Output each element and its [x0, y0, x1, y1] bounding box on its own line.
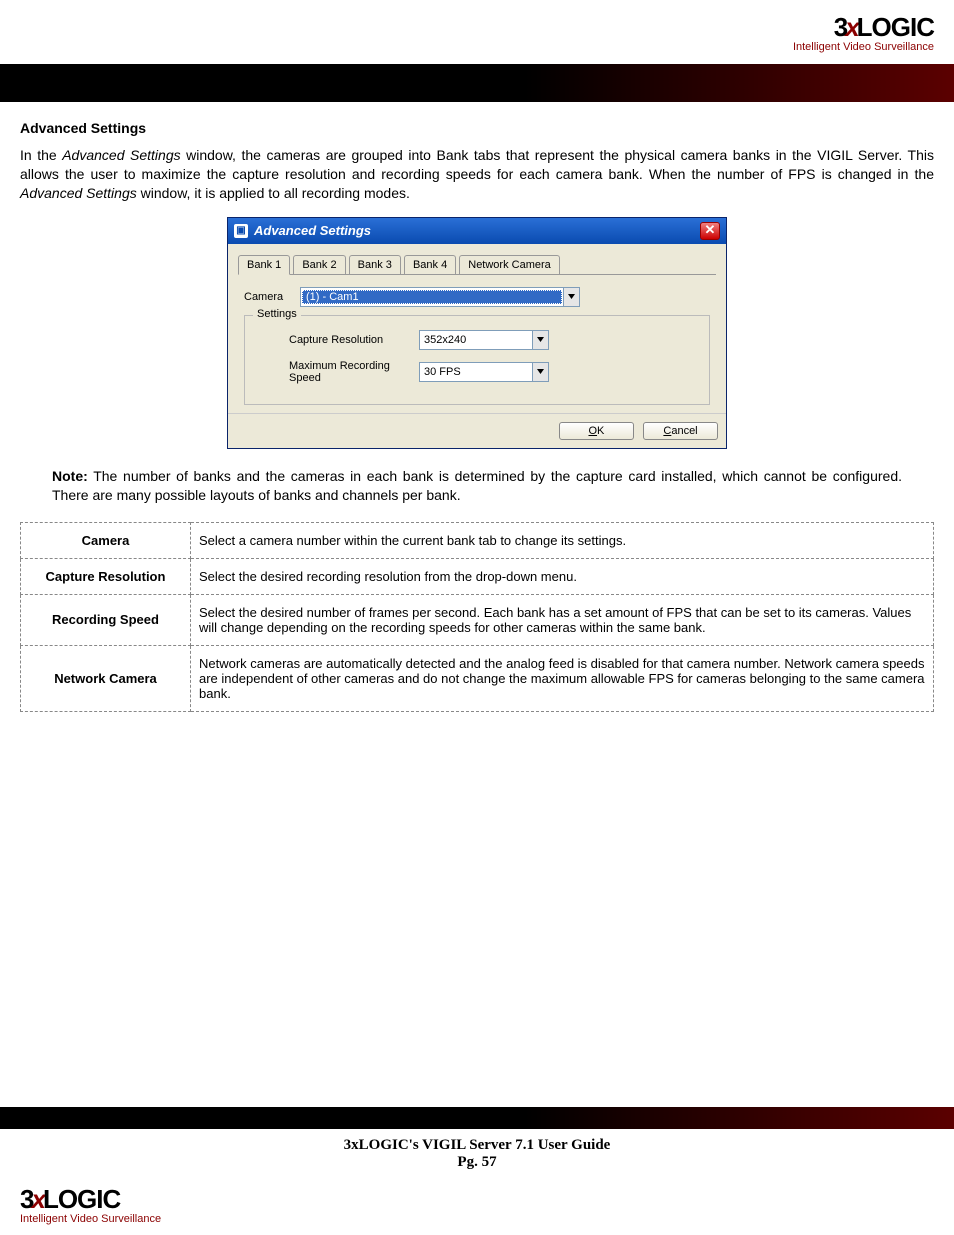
recording-speed-value: 30 FPS — [420, 366, 532, 378]
table-row: Camera Select a camera number within the… — [21, 522, 934, 558]
cancel-button[interactable]: Cancel — [643, 422, 718, 440]
top-logo: 3xLOGIC Intelligent Video Surveillance — [793, 12, 934, 53]
settings-fieldset: Settings Capture Resolution 352x240 Maxi… — [244, 315, 710, 405]
def-desc: Select the desired recording resolution … — [191, 558, 934, 594]
tab-bank-3[interactable]: Bank 3 — [349, 255, 401, 274]
intro-text-1: In the — [20, 147, 62, 163]
dropdown-arrow-icon — [563, 288, 579, 306]
dialog-close-button[interactable]: ✕ — [700, 222, 720, 240]
camera-value: (1) - Cam1 — [302, 290, 562, 304]
logo-suffix: LOGIC — [857, 12, 934, 42]
dropdown-arrow-icon — [532, 363, 548, 381]
footer-text: 3xLOGIC's VIGIL Server 7.1 User Guide Pg… — [0, 1137, 954, 1171]
def-term: Camera — [21, 522, 191, 558]
logo-tagline: Intelligent Video Surveillance — [20, 1213, 161, 1225]
intro-italic-2: Advanced Settings — [20, 185, 137, 201]
intro-italic-1: Advanced Settings — [62, 147, 180, 163]
capture-resolution-dropdown[interactable]: 352x240 — [419, 330, 549, 350]
tab-bank-2[interactable]: Bank 2 — [293, 255, 345, 274]
footer-page: Pg. 57 — [0, 1154, 954, 1171]
note-block: Note: The number of banks and the camera… — [52, 467, 902, 506]
tab-bank-1[interactable]: Bank 1 — [238, 255, 290, 275]
def-desc: Select the desired number of frames per … — [191, 594, 934, 645]
ok-button[interactable]: OK — [559, 422, 634, 440]
capture-resolution-value: 352x240 — [420, 334, 532, 346]
def-desc: Select a camera number within the curren… — [191, 522, 934, 558]
capture-resolution-label: Capture Resolution — [259, 334, 419, 346]
footer-band — [0, 1107, 954, 1129]
dropdown-arrow-icon — [532, 331, 548, 349]
camera-label: Camera — [244, 291, 300, 303]
note-label: Note: — [52, 468, 88, 484]
table-row: Capture Resolution Select the desired re… — [21, 558, 934, 594]
fieldset-legend: Settings — [253, 308, 301, 320]
definitions-table: Camera Select a camera number within the… — [20, 522, 934, 712]
dialog-titlebar: ▣ Advanced Settings ✕ — [228, 218, 726, 244]
section-title: Advanced Settings — [20, 120, 934, 136]
camera-dropdown[interactable]: (1) - Cam1 — [300, 287, 580, 307]
logo-tagline: Intelligent Video Surveillance — [793, 41, 934, 53]
def-term: Capture Resolution — [21, 558, 191, 594]
dialog-app-icon: ▣ — [234, 224, 248, 238]
recording-speed-label: Maximum Recording Speed — [259, 360, 419, 384]
bottom-logo: 3xLOGIC Intelligent Video Surveillance — [20, 1184, 161, 1225]
dialog-tab-row: Bank 1 Bank 2 Bank 3 Bank 4 Network Came… — [238, 254, 716, 275]
header-band — [0, 64, 954, 102]
tab-bank-4[interactable]: Bank 4 — [404, 255, 456, 274]
dialog-button-row: OK Cancel — [228, 413, 726, 448]
logo-suffix: LOGIC — [43, 1184, 120, 1214]
intro-paragraph: In the Advanced Settings window, the cam… — [20, 146, 934, 203]
advanced-settings-dialog: ▣ Advanced Settings ✕ Bank 1 Bank 2 Bank… — [227, 217, 727, 449]
table-row: Recording Speed Select the desired numbe… — [21, 594, 934, 645]
note-text: The number of banks and the cameras in e… — [52, 468, 902, 504]
main-content: Advanced Settings In the Advanced Settin… — [20, 120, 934, 712]
recording-speed-dropdown[interactable]: 30 FPS — [419, 362, 549, 382]
footer-guide: 3xLOGIC's VIGIL Server 7.1 User Guide — [0, 1137, 954, 1154]
dialog-title: Advanced Settings — [254, 223, 371, 238]
def-desc: Network cameras are automatically detect… — [191, 645, 934, 711]
def-term: Recording Speed — [21, 594, 191, 645]
table-row: Network Camera Network cameras are autom… — [21, 645, 934, 711]
intro-text-3: window, it is applied to all recording m… — [137, 185, 410, 201]
close-icon: ✕ — [705, 222, 716, 237]
tab-network-camera[interactable]: Network Camera — [459, 255, 560, 274]
def-term: Network Camera — [21, 645, 191, 711]
